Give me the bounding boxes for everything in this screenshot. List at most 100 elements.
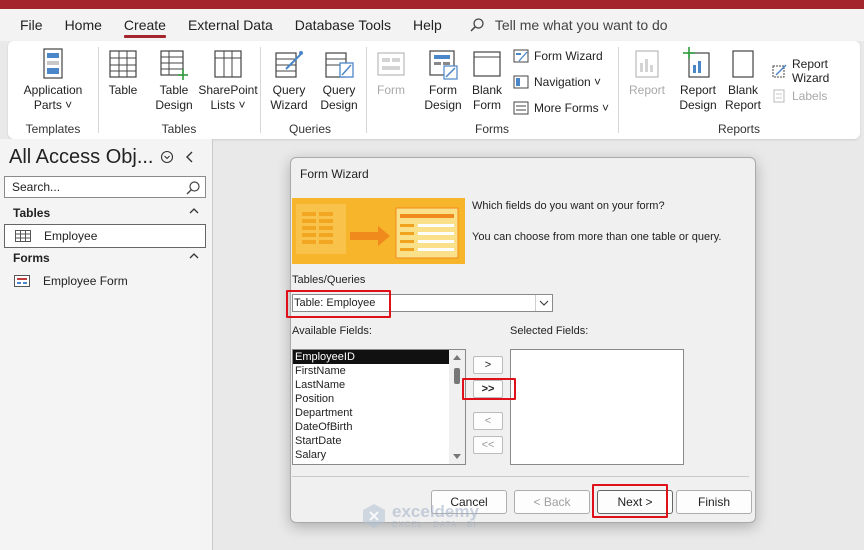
group-templates: Application Parts ˅ Templates	[8, 41, 98, 139]
highlight-box	[286, 290, 391, 318]
table-design-button[interactable]: Table Design	[151, 47, 197, 113]
report-button[interactable]: Report	[625, 47, 669, 98]
form-design-button[interactable]: Form Design	[421, 47, 465, 113]
finish-button[interactable]: Finish	[676, 490, 752, 514]
list-item[interactable]: StartDate	[293, 434, 465, 448]
group-forms: Form Form Design Blank Form Form Wizard …	[367, 41, 617, 139]
labels-icon	[771, 89, 787, 103]
blank-report-icon	[726, 47, 760, 81]
nav-section-tables[interactable]: Tables	[0, 202, 212, 224]
nav-search-input[interactable]: Search...	[4, 176, 206, 198]
menu-home[interactable]: Home	[54, 9, 113, 41]
list-item[interactable]: LastName	[293, 378, 465, 392]
shutter-bar-close-icon[interactable]	[184, 150, 196, 167]
labels-button[interactable]: Labels	[771, 89, 827, 103]
query-design-label-2: Design	[320, 98, 358, 112]
scroll-up-icon[interactable]	[452, 353, 462, 361]
list-scrollbar[interactable]	[449, 350, 465, 464]
query-wizard-label-2: Wizard	[270, 98, 308, 112]
nav-section-label: Tables	[13, 206, 51, 220]
watermark-tagline: EXCEL · DATA · BI	[392, 519, 477, 529]
selected-fields-list[interactable]	[510, 349, 684, 465]
query-design-icon	[322, 47, 356, 81]
application-parts-button[interactable]: Application Parts ˅	[16, 47, 90, 113]
nav-pane-title[interactable]: All Access Obj...	[9, 146, 154, 169]
form-design-label: Form	[429, 83, 457, 97]
sharepoint-lists-button[interactable]: SharePoint Lists ˅	[197, 47, 259, 113]
remove-one-button[interactable]: <	[473, 412, 503, 430]
navigation-icon	[513, 75, 529, 89]
search-icon	[470, 18, 484, 32]
blank-report-button[interactable]: Blank Report	[723, 47, 763, 113]
remove-all-button[interactable]: <<	[473, 436, 503, 454]
report-design-icon	[681, 47, 715, 81]
ribbon: Application Parts ˅ Templates Table Tabl…	[8, 41, 860, 139]
application-parts-label: Application	[23, 83, 83, 97]
highlight-box	[462, 378, 516, 400]
available-fields-list[interactable]: EmployeeID FirstName LastName Position D…	[292, 349, 466, 465]
chevron-up-icon	[188, 202, 200, 224]
nav-section-forms[interactable]: Forms	[0, 247, 212, 269]
list-item[interactable]: Position	[293, 392, 465, 406]
report-wizard-label: Report Wizard	[792, 57, 830, 85]
wizard-question: Which fields do you want on your form?	[472, 200, 665, 212]
back-button[interactable]: < Back	[514, 490, 590, 514]
list-item[interactable]: FirstName	[293, 364, 465, 378]
tables-queries-label: Tables/Queries	[292, 274, 366, 286]
list-item[interactable]: Department	[293, 406, 465, 420]
list-item[interactable]: DateOfBirth	[293, 420, 465, 434]
table-icon	[15, 230, 31, 242]
nav-item-employee-table[interactable]: Employee	[4, 224, 206, 248]
dialog-title: Form Wizard	[300, 167, 369, 181]
tell-me-box[interactable]: Tell me what you want to do	[469, 17, 668, 33]
move-one-button[interactable]: >	[473, 356, 503, 374]
form-design-icon	[426, 47, 460, 81]
labels-label: Labels	[792, 89, 828, 103]
search-icon	[186, 181, 200, 195]
form-wizard-dialog: Form Wizard Which fields do you want on …	[286, 157, 756, 523]
menu-external-data[interactable]: External Data	[177, 9, 284, 41]
report-wizard-button[interactable]: Report Wizard	[771, 57, 859, 85]
nav-menu-icon[interactable]	[160, 150, 174, 167]
nav-item-employee-form[interactable]: Employee Form	[4, 269, 206, 293]
form-button[interactable]: Form	[373, 47, 409, 98]
form-label: Form	[377, 83, 405, 97]
group-label-forms: Forms	[475, 122, 509, 136]
menu-create[interactable]: Create	[113, 9, 177, 41]
menu-help[interactable]: Help	[402, 9, 453, 41]
query-design-label: Query	[322, 83, 356, 97]
query-wizard-button[interactable]: Query Wizard	[269, 47, 309, 113]
query-design-button[interactable]: Query Design	[319, 47, 359, 113]
scroll-down-icon[interactable]	[452, 453, 462, 461]
menu-database-tools[interactable]: Database Tools	[284, 9, 402, 41]
nav-item-label: Employee	[44, 229, 98, 243]
navigation-pane: All Access Obj... Search... Tables Emplo…	[0, 139, 213, 550]
menu-bar: File Home Create External Data Database …	[0, 9, 864, 41]
navigation-button[interactable]: Navigation ˅	[513, 75, 601, 89]
table-icon	[106, 47, 140, 81]
form-wizard-button[interactable]: Form Wizard	[513, 49, 603, 63]
table-design-label: Table	[159, 83, 189, 97]
list-item[interactable]: EmployeeID	[293, 350, 449, 364]
query-wizard-icon	[272, 47, 306, 81]
blank-report-label: Blank	[727, 83, 759, 97]
wizard-hint: You can choose from more than one table …	[472, 231, 722, 243]
scroll-thumb[interactable]	[454, 368, 460, 384]
application-parts-label-2: Parts ˅	[33, 98, 73, 112]
selected-fields-label: Selected Fields:	[510, 325, 589, 337]
report-design-button[interactable]: Report Design	[675, 47, 721, 113]
table-design-label-2: Design	[155, 98, 193, 112]
menu-file[interactable]: File	[0, 9, 54, 41]
nav-search-placeholder: Search...	[12, 180, 61, 194]
blank-report-label-2: Report	[724, 98, 762, 112]
table-button[interactable]: Table	[105, 47, 141, 98]
form-icon	[374, 47, 408, 81]
more-forms-icon	[513, 101, 529, 115]
nav-pane-controls	[160, 150, 196, 167]
form-icon	[14, 275, 30, 287]
report-wizard-icon	[771, 64, 787, 78]
blank-form-button[interactable]: Blank Form	[469, 47, 505, 113]
list-item[interactable]: Salary	[293, 448, 465, 462]
more-forms-button[interactable]: More Forms ˅	[513, 101, 609, 115]
chevron-down-icon[interactable]	[535, 295, 552, 311]
